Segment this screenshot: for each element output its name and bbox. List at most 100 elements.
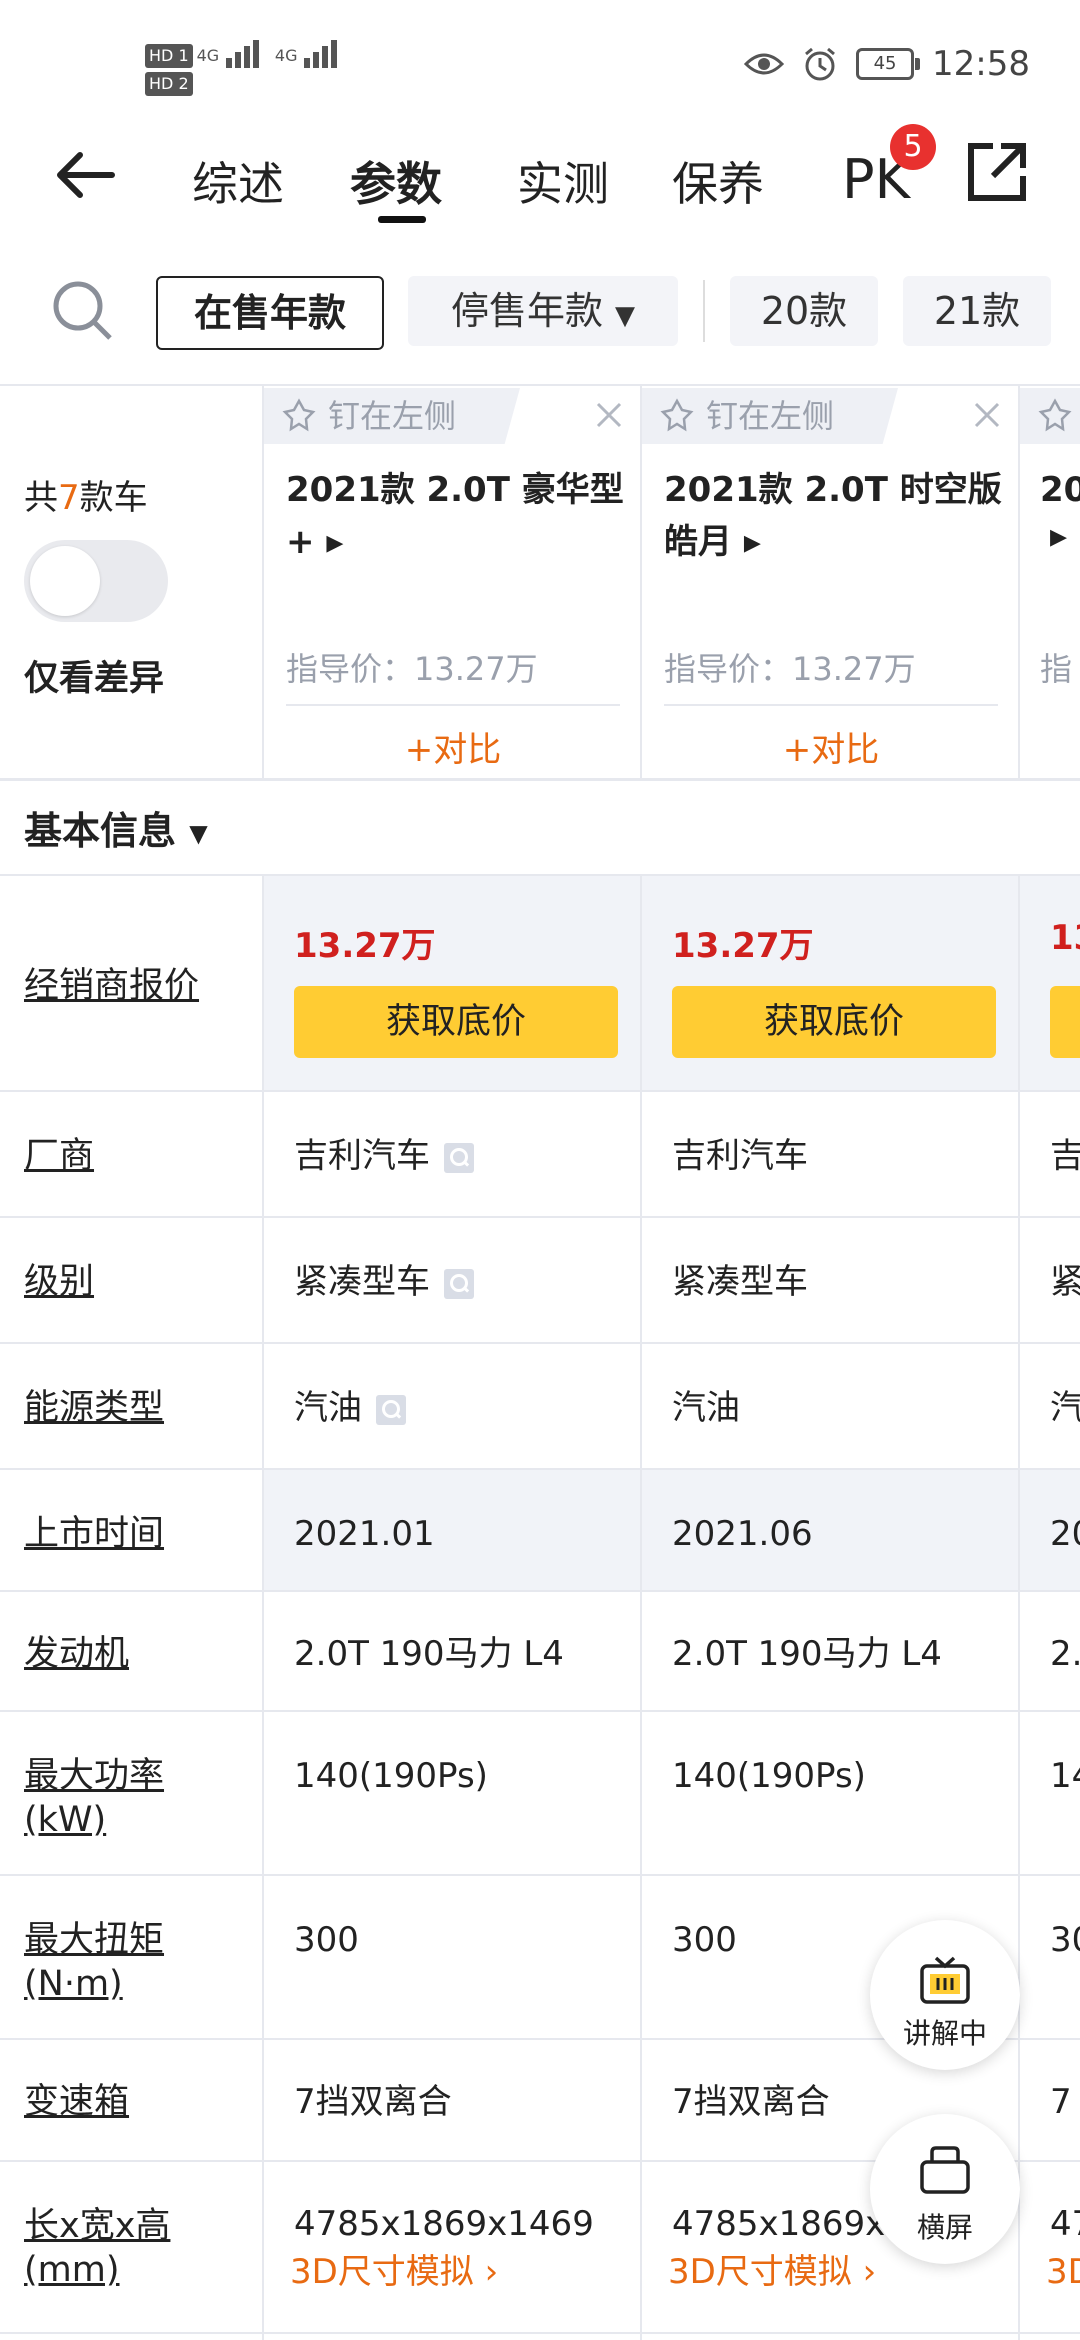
divider xyxy=(0,1216,1080,1218)
hd1-indicator: HD 1 xyxy=(145,44,193,68)
row-label-launch-date[interactable]: 上市时间 xyxy=(24,1512,164,1556)
year-chip-20[interactable]: 20款 xyxy=(730,276,878,346)
pin-label: 钉在左侧 xyxy=(328,397,457,435)
dealer-price-2: 13.27万 xyxy=(672,926,814,966)
col-divider xyxy=(640,874,642,2340)
year-chip-21[interactable]: 21款 xyxy=(903,276,1051,346)
car-name-3-cont[interactable]: ▸ xyxy=(1050,508,1067,564)
car-name-1[interactable]: 2021款 2.0T 豪华型 xyxy=(286,462,624,518)
divider xyxy=(0,1874,1080,1876)
divider xyxy=(0,2332,1080,2334)
section-title: 基本信息 xyxy=(24,809,177,853)
car-name-2-cont[interactable]: 皓月 ▸ xyxy=(664,514,761,570)
discontinued-years-dropdown[interactable]: 停售年款 ▼ xyxy=(408,276,678,346)
row-label-dimensions[interactable]: 长x宽x高 xyxy=(24,2204,170,2248)
get-lowest-price-button-1[interactable]: 获取底价 xyxy=(294,986,618,1058)
guide-price-3: 指 xyxy=(1040,650,1073,688)
row-label-transmission[interactable]: 变速箱 xyxy=(24,2080,129,2124)
diff-only-toggle[interactable] xyxy=(24,540,168,622)
row-label-engine[interactable]: 发动机 xyxy=(24,1632,129,1676)
cell-value: 47 xyxy=(1050,2204,1080,2244)
tab-overview[interactable]: 综述 xyxy=(192,148,284,214)
search-icon[interactable] xyxy=(444,1268,474,1299)
cell-value: 4785x1869x1469 xyxy=(294,2204,594,2244)
share-button[interactable] xyxy=(965,140,1029,204)
clock: 12:58 xyxy=(932,44,1030,84)
signal-icon-2 xyxy=(303,38,337,68)
section-basic-info[interactable]: 基本信息 ▼ xyxy=(24,800,208,855)
add-compare-button-1[interactable]: +对比 xyxy=(286,722,620,771)
get-lowest-price-button-3[interactable] xyxy=(1050,986,1080,1058)
signal-icon xyxy=(225,38,259,68)
3d-size-link-3[interactable]: 3D xyxy=(1046,2250,1080,2294)
landscape-label: 横屏 xyxy=(916,2211,973,2244)
cell-value: 300 xyxy=(294,1920,359,1960)
3d-size-link-1[interactable]: 3D尺寸模拟 › xyxy=(290,2250,498,2294)
alarm-icon xyxy=(805,47,835,81)
pin-icon xyxy=(282,398,316,432)
close-icon[interactable] xyxy=(972,400,1002,430)
col-divider xyxy=(262,384,264,778)
explain-live-button[interactable]: 讲解中 xyxy=(870,1920,1020,2070)
cell-value: 吉利汽车 xyxy=(294,1134,474,1178)
car-name-2[interactable]: 2021款 2.0T 时空版 xyxy=(664,462,1002,518)
cell-value: 汽油 xyxy=(294,1386,406,1430)
divider xyxy=(0,1090,1080,1092)
row-label-max-power-unit[interactable]: (kW) xyxy=(24,1798,106,1842)
network-type-2: 4G xyxy=(274,46,298,65)
search-icon[interactable] xyxy=(376,1394,406,1425)
tab-params[interactable]: 参数 xyxy=(350,148,442,214)
cell-value: 14 xyxy=(1050,1756,1080,1796)
cell-value: 2.0T 190马力 L4 xyxy=(294,1634,564,1674)
row-label-manufacturer[interactable]: 厂商 xyxy=(24,1134,94,1178)
discontinued-label: 停售年款 xyxy=(450,289,603,333)
cell-text: 紧凑型车 xyxy=(294,1262,430,1302)
row-label-energy-type[interactable]: 能源类型 xyxy=(24,1386,164,1430)
divider xyxy=(0,1342,1080,1344)
row-label-dealer-price[interactable]: 经销商报价 xyxy=(24,964,199,1008)
tab-maintenance[interactable]: 保养 xyxy=(672,148,764,214)
get-lowest-price-button-2[interactable]: 获取底价 xyxy=(672,986,996,1058)
car-name-1-cont[interactable]: + ▸ xyxy=(286,514,343,570)
divider xyxy=(0,778,1080,781)
cell-value: 300 xyxy=(672,1920,737,1960)
tab-tests[interactable]: 实测 xyxy=(517,148,609,214)
close-icon[interactable] xyxy=(594,400,624,430)
row-label-dimensions-unit[interactable]: (mm) xyxy=(24,2248,120,2292)
status-right: 45 12:58 xyxy=(744,44,1030,84)
cell-value: 4785x1869x xyxy=(672,2204,886,2244)
top-tabs: 综述 参数 实测 保养 PK 5 xyxy=(0,124,1080,223)
divider xyxy=(0,874,1080,876)
cell-value: 紧凑型车 xyxy=(672,1262,808,1302)
search-icon[interactable] xyxy=(50,278,114,342)
diff-only-label: 仅看差异 xyxy=(24,659,165,699)
on-sale-years-chip[interactable]: 在售年款 xyxy=(156,276,384,350)
cell-value: 2. xyxy=(1050,1634,1080,1674)
3d-size-link-2[interactable]: 3D尺寸模拟 › xyxy=(668,2250,876,2294)
cell-value: 2021.06 xyxy=(672,1514,813,1554)
cell-value: 2021.01 xyxy=(294,1514,435,1554)
filter-bar: 在售年款 停售年款 ▼ 20款 21款 xyxy=(0,270,1080,380)
cell-value: 汽油 xyxy=(672,1388,740,1428)
cell-value: 7挡双离合 xyxy=(672,2082,830,2122)
cell-text: 吉利汽车 xyxy=(294,1136,430,1176)
pk-count-badge: 5 xyxy=(890,124,936,170)
cell-value: 140(190Ps) xyxy=(672,1756,866,1796)
divider xyxy=(286,704,620,706)
search-icon[interactable] xyxy=(444,1142,474,1173)
row-label-max-torque[interactable]: 最大扭矩 xyxy=(24,1918,164,1962)
cell-value: 140(190Ps) xyxy=(294,1756,488,1796)
status-left: HD 1 4G 4G HD 2 xyxy=(145,38,337,96)
pin-icon xyxy=(660,398,694,432)
count-value: 7 xyxy=(58,478,80,518)
row-label-class[interactable]: 级别 xyxy=(24,1260,94,1304)
landscape-button[interactable]: 横屏 xyxy=(870,2114,1020,2264)
col-divider xyxy=(1018,874,1020,2340)
add-compare-button-2[interactable]: +对比 xyxy=(664,722,998,771)
row-label-max-power[interactable]: 最大功率 xyxy=(24,1754,164,1798)
cell-value: 7 xyxy=(1050,2082,1072,2122)
cell-value: 30 xyxy=(1050,1920,1080,1960)
pin-label: 钉在左侧 xyxy=(706,397,835,435)
col-divider xyxy=(262,874,264,2340)
row-label-max-torque-unit[interactable]: (N·m) xyxy=(24,1962,123,2006)
